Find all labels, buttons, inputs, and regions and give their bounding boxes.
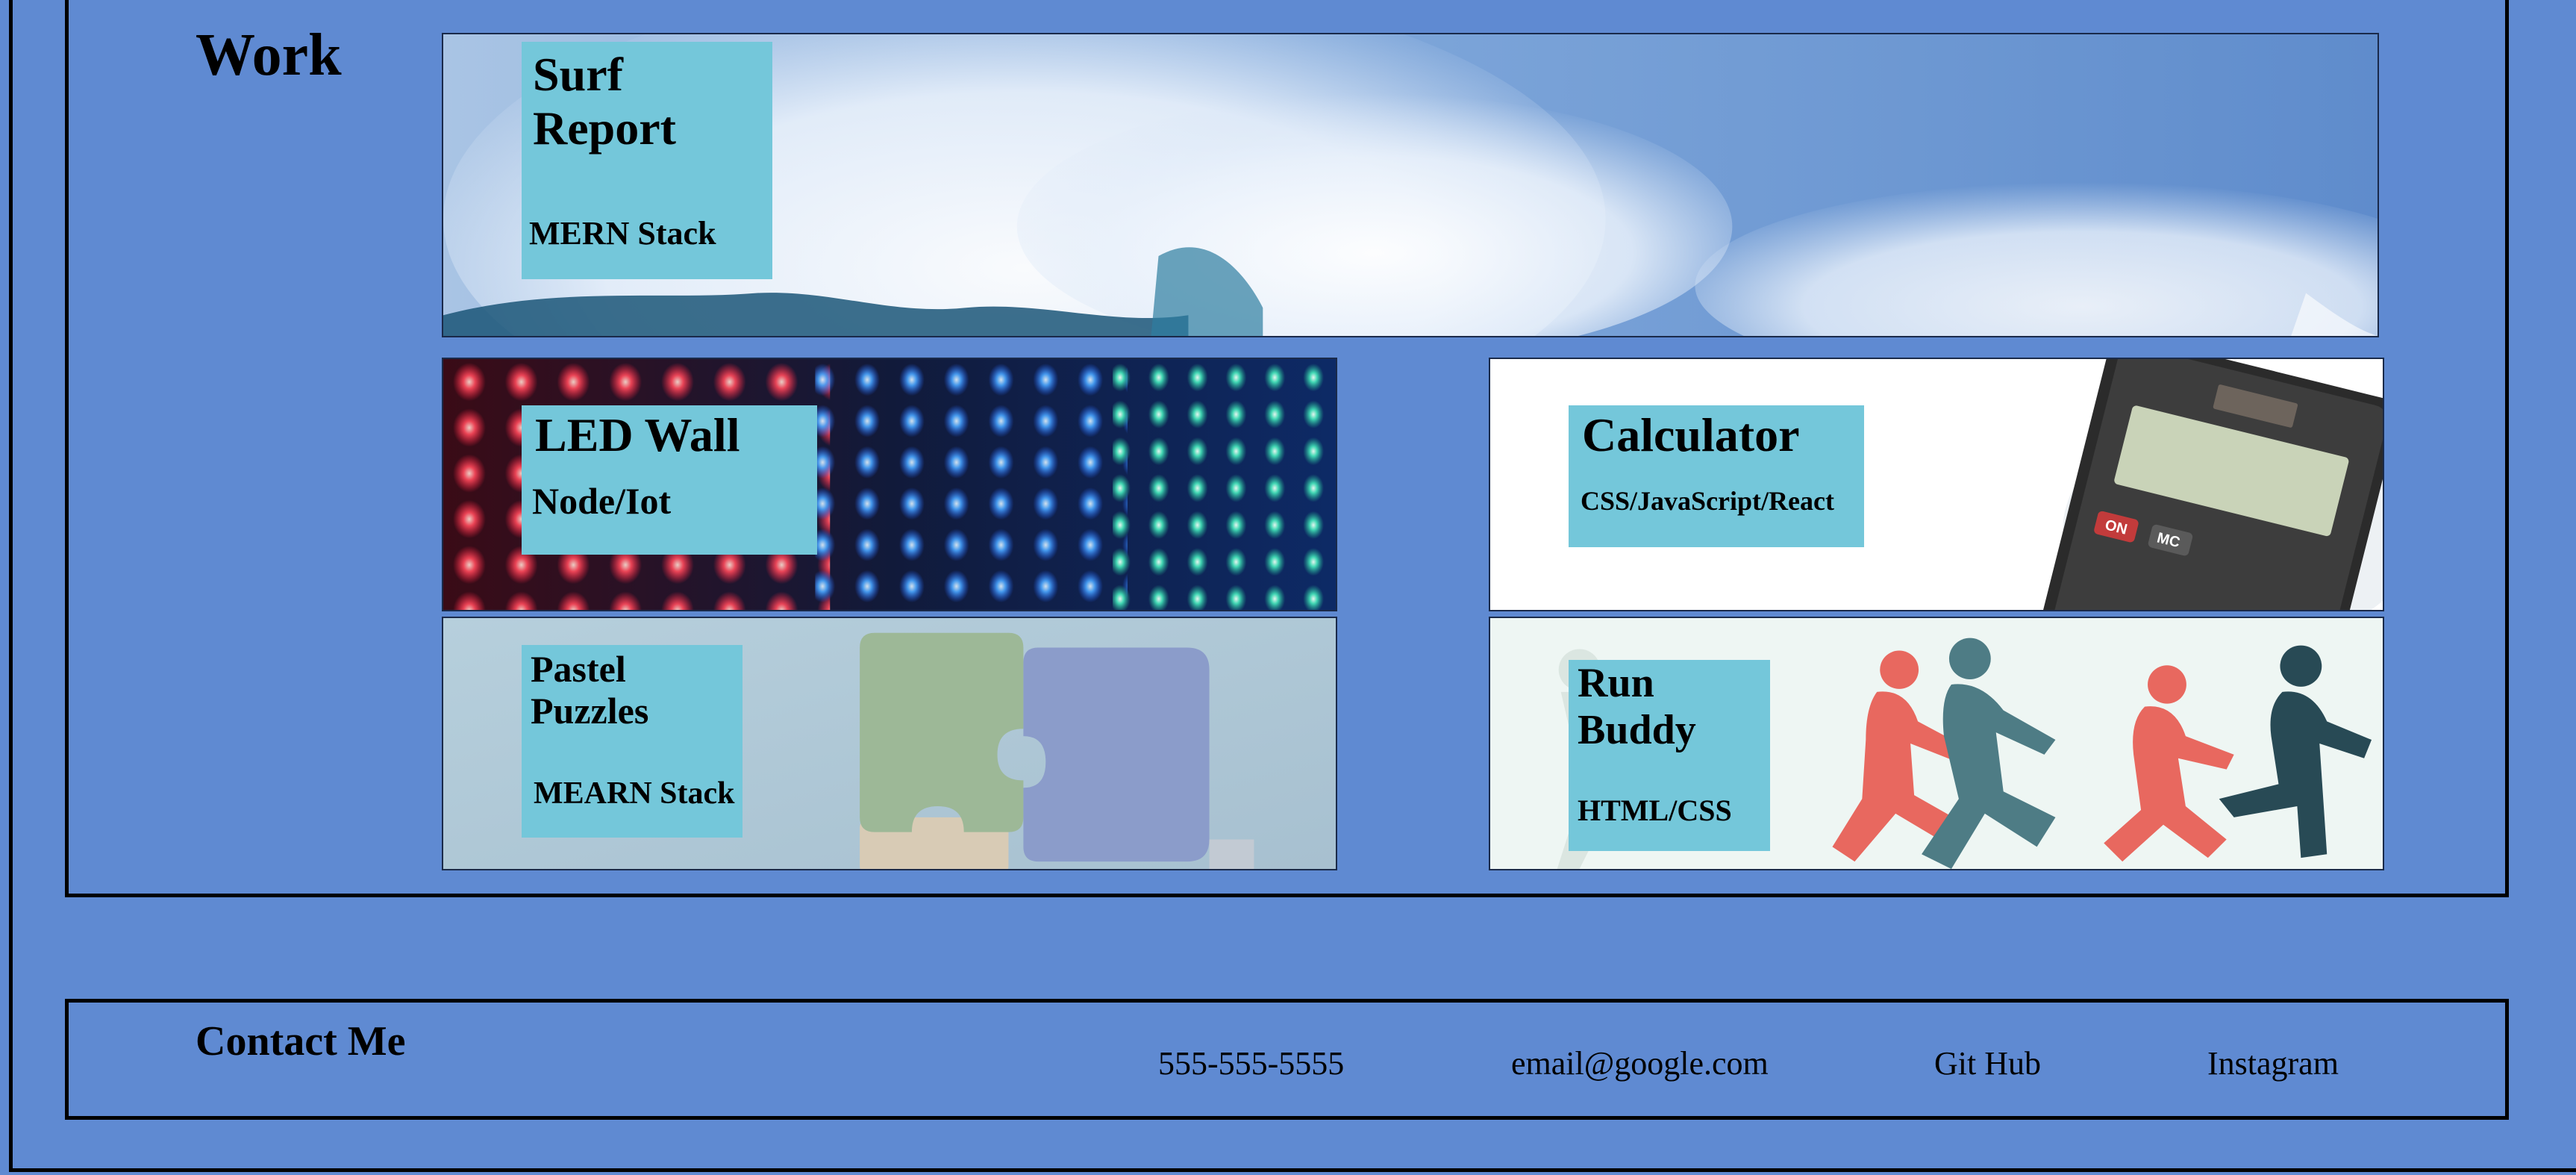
project-card-pastel-puzzles[interactable]: Pastel Puzzles MEARN Stack <box>442 617 1337 870</box>
project-stack: MEARN Stack <box>534 776 735 811</box>
project-card-surf-report[interactable]: Surf Report MERN Stack <box>442 33 2379 337</box>
project-title: Calculator <box>1582 408 1800 461</box>
contact-section: Contact Me 555-555-5555 email@google.com… <box>65 999 2509 1120</box>
instagram-link[interactable]: Instagram <box>2207 1044 2339 1082</box>
project-stack: Node/Iot <box>532 480 672 522</box>
project-title: LED Wall <box>535 408 740 461</box>
phone-link[interactable]: 555-555-5555 <box>1158 1044 1344 1082</box>
project-stack: MERN Stack <box>529 215 716 252</box>
project-label-calculator: Calculator CSS/JavaScript/React <box>1569 405 1864 547</box>
project-title: Run Buddy <box>1578 660 1696 753</box>
project-label-run-buddy: Run Buddy HTML/CSS <box>1569 660 1770 851</box>
project-stack: HTML/CSS <box>1578 794 1732 827</box>
email-link[interactable]: email@google.com <box>1511 1044 1769 1082</box>
project-label-pastel-puzzles: Pastel Puzzles MEARN Stack <box>522 645 743 838</box>
project-title: Pastel Puzzles <box>531 648 649 732</box>
project-label-surf-report: Surf Report MERN Stack <box>522 42 772 279</box>
project-stack: CSS/JavaScript/React <box>1581 486 1834 516</box>
contact-heading: Contact Me <box>196 1018 406 1065</box>
work-section: Work Surf Report MERN Stack LED Wall Nod… <box>65 0 2509 897</box>
project-card-calculator[interactable]: ON MC Calculator CSS/JavaScript/React <box>1489 358 2384 611</box>
project-card-run-buddy[interactable]: Run Buddy HTML/CSS <box>1489 617 2384 870</box>
work-heading: Work <box>196 22 342 88</box>
project-label-led-wall: LED Wall Node/Iot <box>522 405 817 555</box>
project-title: Surf Report <box>533 48 676 155</box>
github-link[interactable]: Git Hub <box>1934 1044 2041 1082</box>
project-card-led-wall[interactable]: LED Wall Node/Iot <box>442 358 1337 611</box>
